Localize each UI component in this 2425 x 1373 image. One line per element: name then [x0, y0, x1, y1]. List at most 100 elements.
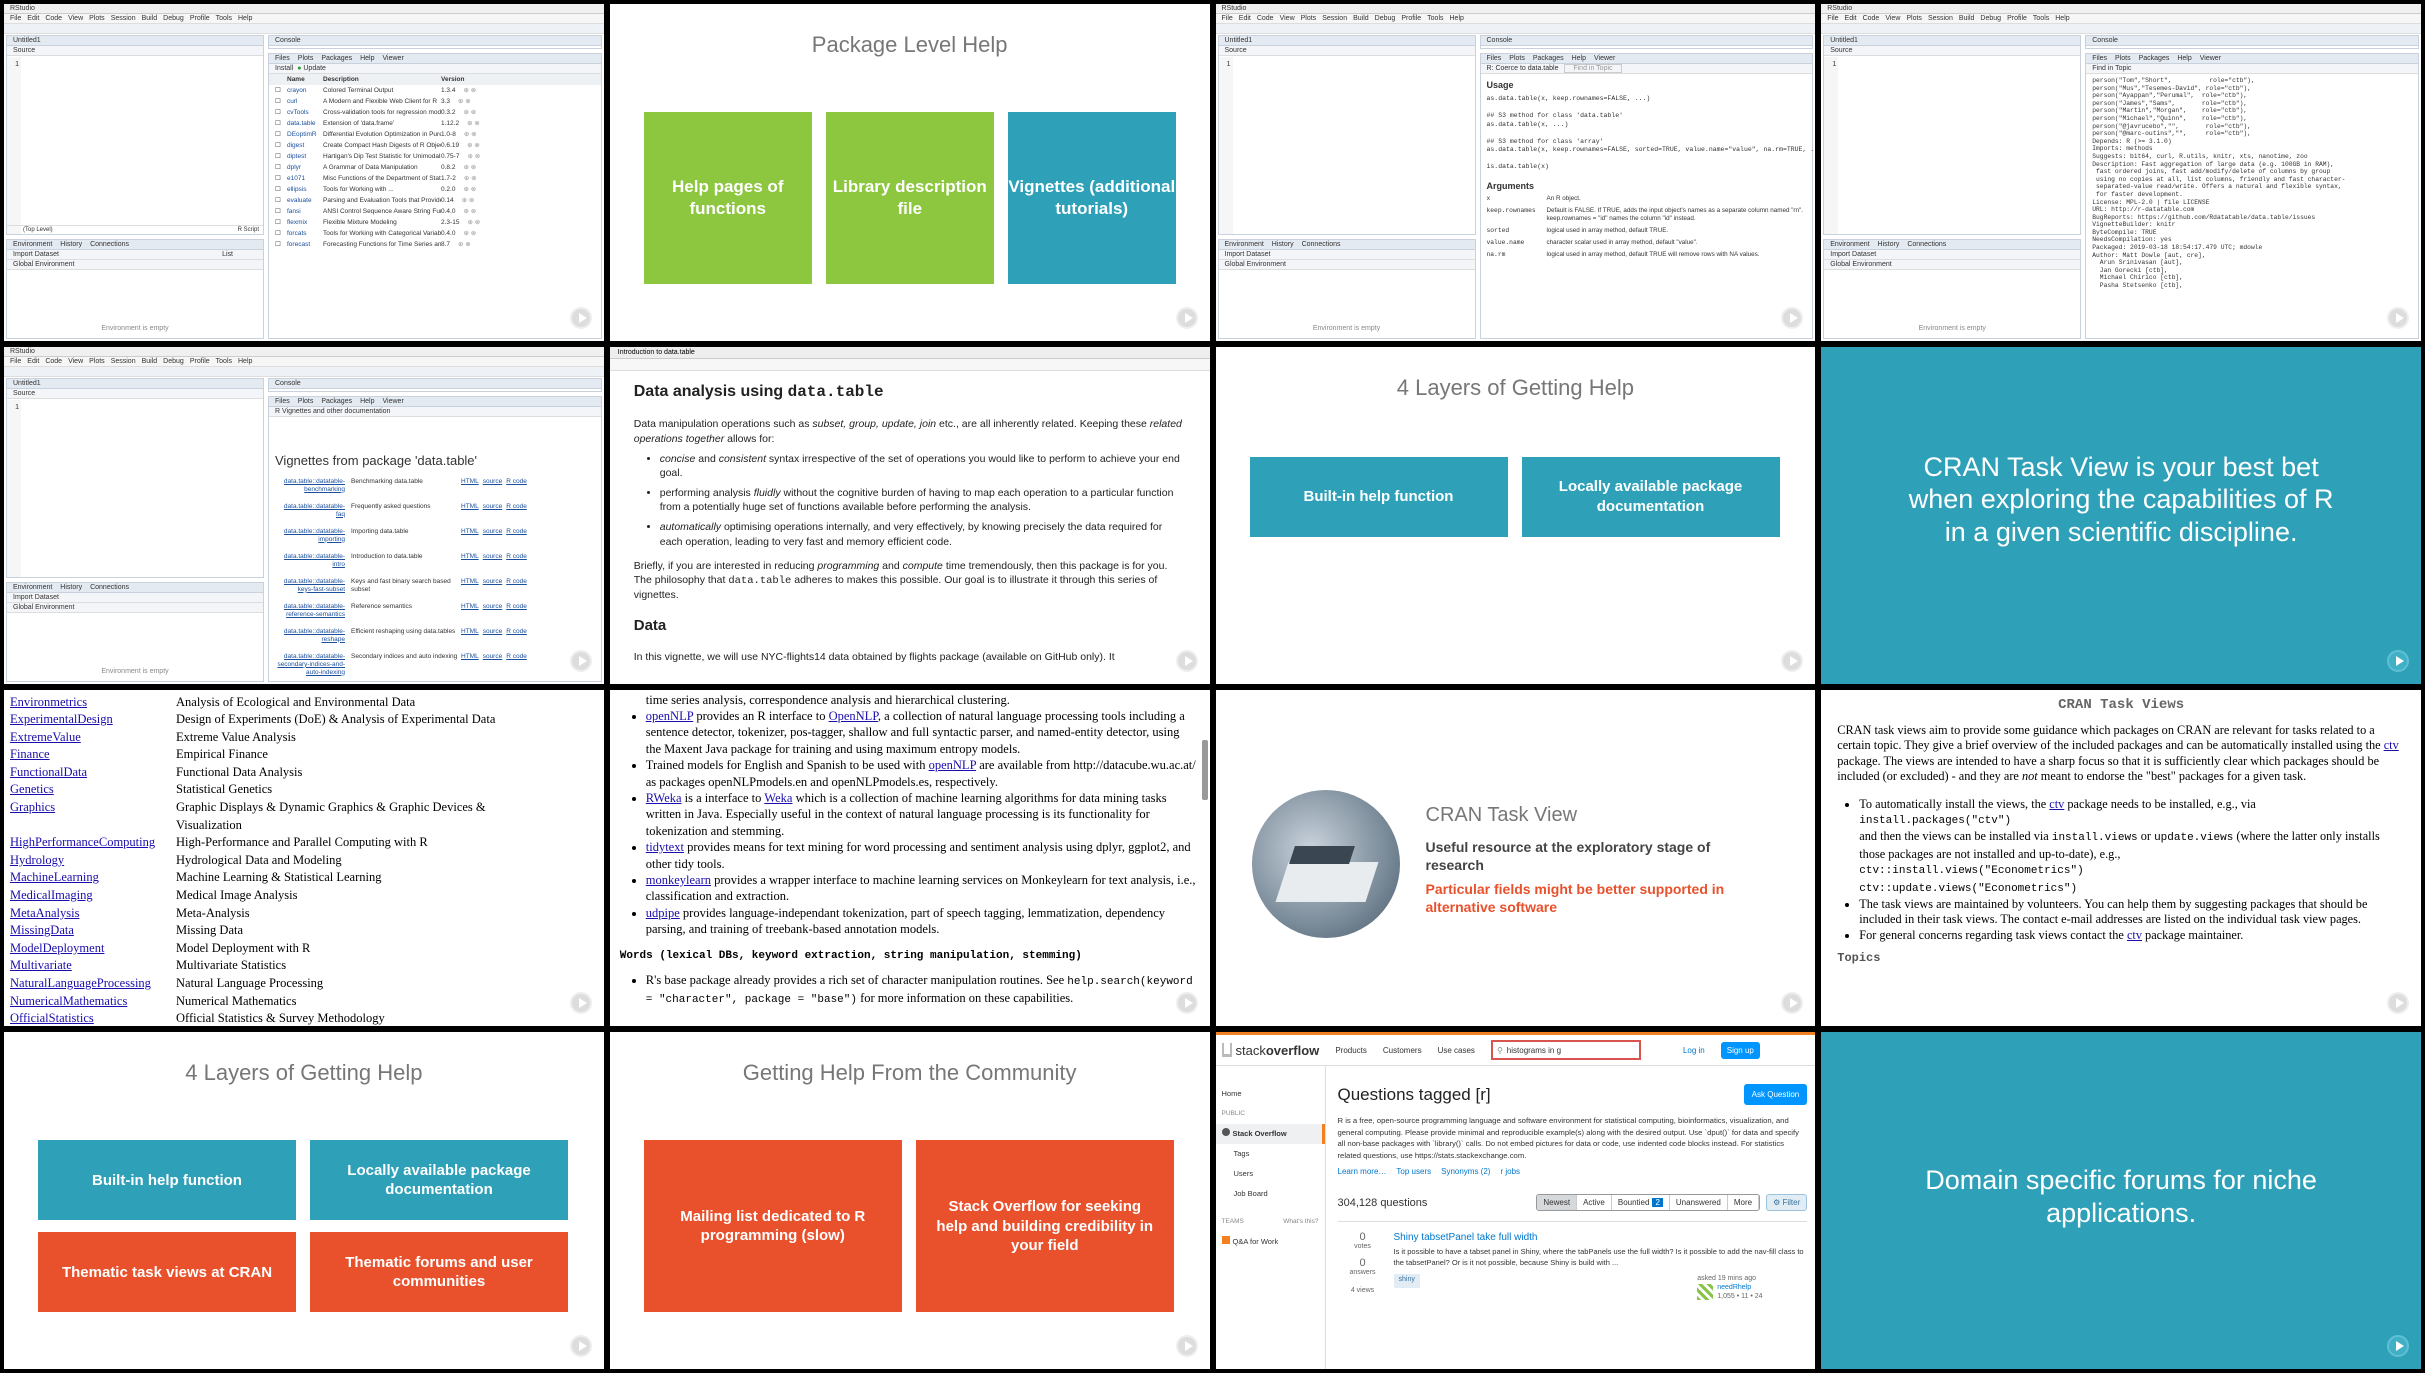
menu-item-file[interactable]: File	[10, 15, 21, 22]
vignette-source-link[interactable]: source	[483, 653, 503, 677]
global-env-select[interactable]: Global Environment	[13, 261, 74, 268]
task-view-link[interactable]: Environmetrics	[10, 694, 176, 712]
play-icon[interactable]	[569, 1335, 592, 1357]
package-name[interactable]: crayon	[287, 85, 313, 96]
task-view-link[interactable]: MedicalImaging	[10, 887, 176, 905]
tab-help[interactable]: Help	[1572, 55, 1586, 62]
package-name[interactable]: fansi	[287, 206, 313, 217]
package-name[interactable]: digest	[287, 140, 313, 151]
checkbox[interactable]: ☐	[275, 162, 287, 173]
menu-item-plots[interactable]: Plots	[89, 358, 105, 365]
package-name[interactable]: diptest	[287, 151, 313, 162]
menu-item-plots[interactable]: Plots	[89, 15, 105, 22]
package-action-icons[interactable]: ⊕ ⊗	[463, 228, 476, 239]
menu-item-tools[interactable]: Tools	[1427, 15, 1443, 22]
vignette-r-code-link[interactable]: R code	[506, 478, 527, 494]
editor-tab[interactable]: Untitled1	[7, 378, 263, 389]
vignette-html-link[interactable]: HTML	[461, 503, 479, 519]
menu-item-profile[interactable]: Profile	[1401, 15, 1421, 22]
play-icon[interactable]	[1175, 992, 1198, 1015]
question-title[interactable]: Shiny tabsetPanel take full width	[1394, 1232, 1808, 1243]
editor-tab[interactable]: Untitled1	[13, 37, 41, 44]
menu-item-build[interactable]: Build	[142, 358, 158, 365]
editor-tab[interactable]: Untitled1	[1824, 36, 2081, 46]
tab-history[interactable]: History	[60, 241, 82, 248]
user-name[interactable]: needRhelp	[1717, 1283, 1762, 1292]
menu-item-help[interactable]: Help	[1450, 15, 1464, 22]
editor-tab[interactable]: Untitled1	[1218, 36, 1475, 46]
side-stack-overflow[interactable]: Stack Overflow	[1215, 1124, 1325, 1145]
package-link[interactable]: openNLP	[646, 709, 693, 723]
vignette-source-link[interactable]: source	[483, 603, 503, 619]
package-action-icons[interactable]: ⊕ ⊗	[463, 184, 476, 195]
checkbox[interactable]: ☐	[275, 129, 287, 140]
vignette-r-code-link[interactable]: R code	[506, 528, 527, 544]
play-icon[interactable]	[569, 306, 592, 329]
side-tags[interactable]: Tags	[1222, 1144, 1319, 1164]
package-link[interactable]: monkeylearn	[646, 873, 711, 887]
task-view-link[interactable]: HighPerformanceComputing	[10, 834, 176, 852]
play-icon[interactable]	[2387, 649, 2409, 672]
menu-bar[interactable]: File Edit Code View Plots Session Build Debug Pr…	[1215, 14, 1816, 24]
col-desc[interactable]: Description	[313, 74, 441, 85]
vignette-r-code-link[interactable]: R code	[506, 628, 527, 644]
vignette-html-link[interactable]: HTML	[461, 628, 479, 644]
menu-item-view[interactable]: View	[68, 15, 83, 22]
package-link[interactable]: tidytext	[646, 840, 684, 854]
tag-info-link[interactable]: Learn more…	[1338, 1167, 1387, 1176]
import-dataset-button[interactable]: Import Dataset	[13, 251, 59, 258]
menu-item-code[interactable]: Code	[45, 358, 62, 365]
vignette-r-code-link[interactable]: R code	[506, 553, 527, 569]
signup-button[interactable]: Sign up	[1720, 1041, 1760, 1059]
package-name[interactable]: data.table	[287, 118, 316, 129]
source-button[interactable]: Source	[1824, 46, 2081, 56]
vignette-source-link[interactable]: source	[483, 578, 503, 594]
tab-packages[interactable]: Packages	[321, 55, 352, 62]
doc-tab[interactable]: Introduction to data.table	[609, 346, 1210, 359]
vignette-source-link[interactable]: source	[483, 528, 503, 544]
checkbox[interactable]: ☐	[275, 140, 287, 151]
tab-files[interactable]: Files	[275, 55, 290, 62]
task-view-link[interactable]: Finance	[10, 746, 176, 764]
tab-files[interactable]: Files	[1487, 55, 1502, 62]
ctv-link[interactable]: ctv	[2127, 928, 2142, 942]
menu-item-help[interactable]: Help	[238, 15, 252, 22]
console-tab[interactable]: Console	[269, 378, 601, 389]
vignette-link[interactable]: data.table::datatable-keys-fast-subset	[275, 578, 351, 594]
task-view-link[interactable]: ExperimentalDesign	[10, 711, 176, 729]
menu-item-view[interactable]: View	[68, 358, 83, 365]
menu-item-edit[interactable]: Edit	[1239, 15, 1251, 22]
menu-item-view[interactable]: View	[1885, 15, 1900, 22]
menu-item-tools[interactable]: Tools	[216, 15, 232, 22]
side-jobs[interactable]: Job Board	[1222, 1184, 1319, 1204]
vignette-r-code-link[interactable]: R code	[506, 503, 527, 519]
menu-item-plots[interactable]: Plots	[1301, 15, 1317, 22]
import-dataset-button[interactable]: Import Dataset	[7, 592, 263, 603]
package-action-icons[interactable]: ⊕ ⊗	[467, 151, 480, 162]
find-in-topic[interactable]: Find in Topic	[2086, 64, 2418, 74]
menu-item-plots[interactable]: Plots	[1906, 15, 1922, 22]
checkbox[interactable]: ☐	[275, 107, 287, 118]
global-env-select[interactable]: Global Environment	[7, 602, 263, 613]
tab-connections[interactable]: Connections	[1907, 241, 1946, 248]
play-icon[interactable]	[1175, 649, 1198, 672]
play-icon[interactable]	[2387, 1335, 2409, 1357]
checkbox[interactable]: ☐	[275, 96, 287, 107]
menu-item-tools[interactable]: Tools	[2033, 15, 2049, 22]
menu-item-debug[interactable]: Debug	[163, 358, 184, 365]
package-name[interactable]: e1071	[287, 173, 313, 184]
package-name[interactable]: ellipsis	[287, 184, 313, 195]
package-action-icons[interactable]: ⊕ ⊗	[462, 195, 475, 206]
vignette-html-link[interactable]: HTML	[461, 603, 479, 619]
source-button[interactable]: Source	[1218, 46, 1475, 56]
menu-item-debug[interactable]: Debug	[1980, 15, 2001, 22]
tab-history[interactable]: History	[1878, 241, 1900, 248]
source-button[interactable]: Source	[13, 47, 35, 54]
package-action-icons[interactable]: ⊕ ⊗	[463, 206, 476, 217]
vignette-r-code-link[interactable]: R code	[506, 578, 527, 594]
package-name[interactable]: forcats	[287, 228, 313, 239]
vignette-html-link[interactable]: HTML	[461, 528, 479, 544]
vignette-source-link[interactable]: source	[483, 503, 503, 519]
package-name[interactable]: dplyr	[287, 162, 313, 173]
play-icon[interactable]	[1175, 306, 1198, 329]
